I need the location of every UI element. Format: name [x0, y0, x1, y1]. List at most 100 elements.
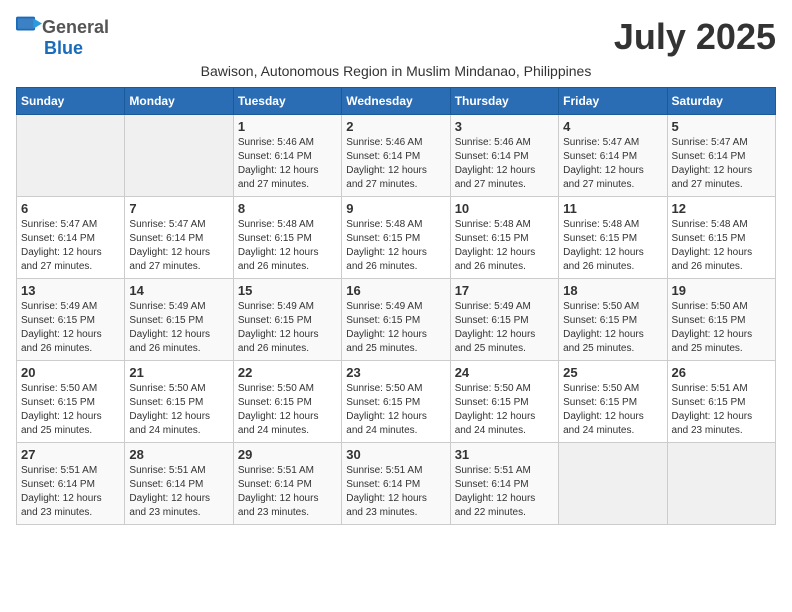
day-number: 2 [346, 119, 445, 134]
calendar-cell: 22Sunrise: 5:50 AMSunset: 6:15 PMDayligh… [233, 361, 341, 443]
day-number: 14 [129, 283, 228, 298]
calendar-cell: 16Sunrise: 5:49 AMSunset: 6:15 PMDayligh… [342, 279, 450, 361]
calendar-cell: 12 Sunrise: 5:48 AMSunset: 6:15 PMDayligh… [667, 197, 775, 279]
day-number: 17 [455, 283, 554, 298]
day-number: 12 [672, 201, 771, 216]
day-info: Sunrise: 5:49 AMSunset: 6:15 PMDaylight:… [238, 300, 337, 356]
logo-general: General [42, 17, 109, 38]
calendar-cell: 4 Sunrise: 5:47 AMSunset: 6:14 PMDaylight… [559, 115, 667, 197]
calendar-cell: 7 Sunrise: 5:47 AMSunset: 6:14 PMDaylight… [125, 197, 233, 279]
day-info: Sunrise: 5:50 AMSunset: 6:15 PMDaylight:… [563, 300, 662, 356]
month-title: July 2025 [614, 16, 776, 58]
calendar-cell: 23Sunrise: 5:50 AMSunset: 6:15 PMDayligh… [342, 361, 450, 443]
calendar-week-3: 13Sunrise: 5:49 AMSunset: 6:15 PMDayligh… [17, 279, 776, 361]
day-number: 15 [238, 283, 337, 298]
day-info: Sunrise: 5:51 AMSunset: 6:14 PMDaylight:… [21, 464, 120, 520]
day-number: 23 [346, 365, 445, 380]
day-info: Sunrise: 5:48 AMSunset: 6:15 PMDaylight:… [563, 218, 662, 274]
day-header-sunday: Sunday [17, 88, 125, 115]
calendar-table: SundayMondayTuesdayWednesdayThursdayFrid… [16, 87, 776, 525]
day-info: Sunrise: 5:48 AMSunset: 6:15 PMDaylight:… [672, 218, 771, 274]
day-number: 16 [346, 283, 445, 298]
day-number: 18 [563, 283, 662, 298]
day-number: 9 [346, 201, 445, 216]
day-number: 4 [563, 119, 662, 134]
day-number: 30 [346, 447, 445, 462]
day-number: 25 [563, 365, 662, 380]
day-info: Sunrise: 5:47 AMSunset: 6:14 PMDaylight:… [129, 218, 228, 274]
day-info: Sunrise: 5:49 AMSunset: 6:15 PMDaylight:… [129, 300, 228, 356]
day-info: Sunrise: 5:47 AMSunset: 6:14 PMDaylight:… [21, 218, 120, 274]
calendar-cell: 11 Sunrise: 5:48 AMSunset: 6:15 PMDayligh… [559, 197, 667, 279]
calendar-cell: 2 Sunrise: 5:46 AMSunset: 6:14 PMDaylight… [342, 115, 450, 197]
calendar-cell: 30 Sunrise: 5:51 AMSunset: 6:14 PMDayligh… [342, 443, 450, 525]
day-info: Sunrise: 5:50 AMSunset: 6:15 PMDaylight:… [563, 382, 662, 438]
day-info: Sunrise: 5:46 AMSunset: 6:14 PMDaylight:… [455, 136, 554, 192]
logo-icon [16, 16, 42, 38]
day-number: 11 [563, 201, 662, 216]
calendar-cell: 28 Sunrise: 5:51 AMSunset: 6:14 PMDayligh… [125, 443, 233, 525]
calendar-cell: 25 Sunrise: 5:50 AMSunset: 6:15 PMDayligh… [559, 361, 667, 443]
header: General Blue July 2025 [16, 16, 776, 59]
calendar-cell: 9 Sunrise: 5:48 AMSunset: 6:15 PMDaylight… [342, 197, 450, 279]
calendar-cell [667, 443, 775, 525]
calendar-cell: 21 Sunrise: 5:50 AMSunset: 6:15 PMDayligh… [125, 361, 233, 443]
day-info: Sunrise: 5:50 AMSunset: 6:15 PMDaylight:… [21, 382, 120, 438]
calendar-header-row: SundayMondayTuesdayWednesdayThursdayFrid… [17, 88, 776, 115]
day-info: Sunrise: 5:48 AMSunset: 6:15 PMDaylight:… [346, 218, 445, 274]
day-number: 6 [21, 201, 120, 216]
day-number: 21 [129, 365, 228, 380]
day-number: 24 [455, 365, 554, 380]
day-info: Sunrise: 5:51 AMSunset: 6:14 PMDaylight:… [346, 464, 445, 520]
day-header-tuesday: Tuesday [233, 88, 341, 115]
calendar-cell: 29 Sunrise: 5:51 AMSunset: 6:14 PMDayligh… [233, 443, 341, 525]
calendar-cell: 13Sunrise: 5:49 AMSunset: 6:15 PMDayligh… [17, 279, 125, 361]
calendar-cell: 18 Sunrise: 5:50 AMSunset: 6:15 PMDayligh… [559, 279, 667, 361]
day-info: Sunrise: 5:46 AMSunset: 6:14 PMDaylight:… [238, 136, 337, 192]
calendar-week-1: 1 Sunrise: 5:46 AMSunset: 6:14 PMDaylight… [17, 115, 776, 197]
day-number: 26 [672, 365, 771, 380]
day-info: Sunrise: 5:50 AMSunset: 6:15 PMDaylight:… [672, 300, 771, 356]
day-info: Sunrise: 5:50 AMSunset: 6:15 PMDaylight:… [455, 382, 554, 438]
day-number: 7 [129, 201, 228, 216]
day-number: 28 [129, 447, 228, 462]
day-number: 1 [238, 119, 337, 134]
day-number: 5 [672, 119, 771, 134]
calendar-cell: 10Sunrise: 5:48 AMSunset: 6:15 PMDayligh… [450, 197, 558, 279]
calendar-cell: 31 Sunrise: 5:51 AMSunset: 6:14 PMDayligh… [450, 443, 558, 525]
calendar-cell: 26 Sunrise: 5:51 AMSunset: 6:15 PMDayligh… [667, 361, 775, 443]
calendar-cell [125, 115, 233, 197]
page-subtitle: Bawison, Autonomous Region in Muslim Min… [16, 63, 776, 79]
day-header-thursday: Thursday [450, 88, 558, 115]
calendar-cell: 17Sunrise: 5:49 AMSunset: 6:15 PMDayligh… [450, 279, 558, 361]
calendar-cell [559, 443, 667, 525]
calendar-cell [17, 115, 125, 197]
day-info: Sunrise: 5:46 AMSunset: 6:14 PMDaylight:… [346, 136, 445, 192]
day-number: 27 [21, 447, 120, 462]
calendar-cell: 5Sunrise: 5:47 AMSunset: 6:14 PMDaylight… [667, 115, 775, 197]
calendar-cell: 3 Sunrise: 5:46 AMSunset: 6:14 PMDaylight… [450, 115, 558, 197]
day-number: 31 [455, 447, 554, 462]
day-info: Sunrise: 5:48 AMSunset: 6:15 PMDaylight:… [238, 218, 337, 274]
day-info: Sunrise: 5:47 AMSunset: 6:14 PMDaylight:… [563, 136, 662, 192]
calendar-cell: 24 Sunrise: 5:50 AMSunset: 6:15 PMDayligh… [450, 361, 558, 443]
calendar-week-2: 6 Sunrise: 5:47 AMSunset: 6:14 PMDaylight… [17, 197, 776, 279]
logo: General Blue [16, 16, 109, 59]
calendar-cell: 8 Sunrise: 5:48 AMSunset: 6:15 PMDaylight… [233, 197, 341, 279]
day-header-monday: Monday [125, 88, 233, 115]
day-info: Sunrise: 5:51 AMSunset: 6:14 PMDaylight:… [238, 464, 337, 520]
day-info: Sunrise: 5:49 AMSunset: 6:15 PMDaylight:… [21, 300, 120, 356]
calendar-cell: 1 Sunrise: 5:46 AMSunset: 6:14 PMDaylight… [233, 115, 341, 197]
day-info: Sunrise: 5:50 AMSunset: 6:15 PMDaylight:… [129, 382, 228, 438]
day-number: 3 [455, 119, 554, 134]
day-info: Sunrise: 5:51 AMSunset: 6:14 PMDaylight:… [455, 464, 554, 520]
calendar-cell: 6 Sunrise: 5:47 AMSunset: 6:14 PMDaylight… [17, 197, 125, 279]
day-info: Sunrise: 5:51 AMSunset: 6:14 PMDaylight:… [129, 464, 228, 520]
calendar-week-4: 20Sunrise: 5:50 AMSunset: 6:15 PMDayligh… [17, 361, 776, 443]
day-info: Sunrise: 5:48 AMSunset: 6:15 PMDaylight:… [455, 218, 554, 274]
day-number: 19 [672, 283, 771, 298]
day-header-wednesday: Wednesday [342, 88, 450, 115]
day-info: Sunrise: 5:51 AMSunset: 6:15 PMDaylight:… [672, 382, 771, 438]
day-number: 8 [238, 201, 337, 216]
day-number: 29 [238, 447, 337, 462]
